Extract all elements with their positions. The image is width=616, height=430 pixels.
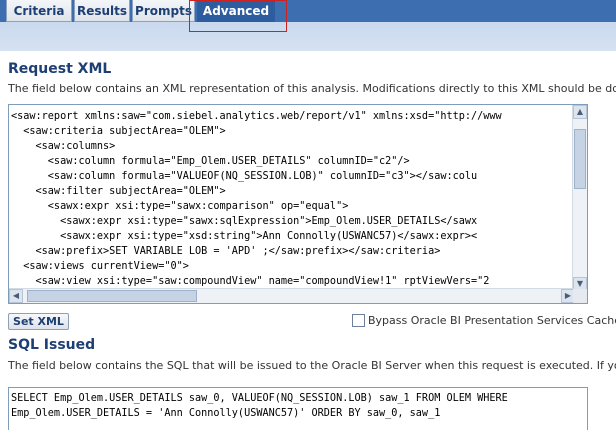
- scroll-left-icon[interactable]: ◀: [9, 289, 23, 303]
- xml-line: <saw:criteria subjectArea="OLEM">: [11, 126, 226, 137]
- xml-line: <sawx:expr xsi:type="sawx:comparison" op…: [11, 201, 349, 212]
- scroll-up-icon[interactable]: ▲: [573, 105, 587, 119]
- sql-issued-textarea[interactable]: SELECT Emp_Olem.USER_DETAILS saw_0, VALU…: [8, 387, 588, 430]
- xml-line: <saw:views currentView="0">: [11, 261, 189, 272]
- bypass-cache-checkbox[interactable]: [352, 314, 365, 327]
- tab-criteria[interactable]: Criteria: [6, 0, 72, 22]
- sql-line: SELECT Emp_Olem.USER_DETAILS saw_0, VALU…: [11, 393, 508, 404]
- xml-line: <saw:columns>: [11, 141, 116, 152]
- tab-advanced[interactable]: Advanced: [197, 0, 275, 22]
- sql-line: Emp_Olem.USER_DETAILS = 'Ann Connolly(US…: [11, 408, 441, 419]
- xml-line: <saw:column formula="VALUEOF(NQ_SESSION.…: [11, 171, 478, 182]
- vertical-scroll-thumb[interactable]: [574, 129, 586, 189]
- scroll-corner: [573, 289, 587, 303]
- request-xml-textarea[interactable]: <saw:report xmlns:saw="com.siebel.analyt…: [8, 104, 588, 304]
- xml-line: <sawx:expr xsi:type="xsd:string">Ann Con…: [11, 231, 478, 242]
- sql-issued-title: SQL Issued: [8, 337, 96, 353]
- xml-line: <saw:prefix>SET VARIABLE LOB = 'APD' ;</…: [11, 246, 441, 257]
- xml-text[interactable]: <saw:report xmlns:saw="com.siebel.analyt…: [9, 105, 575, 295]
- vertical-scrollbar[interactable]: ▲ ▼: [572, 105, 587, 291]
- xml-line: <saw:view xsi:type="saw:compoundView" na…: [11, 276, 490, 287]
- request-xml-title: Request XML: [8, 61, 112, 77]
- bypass-cache-label: Bypass Oracle BI Presentation Services C…: [368, 314, 616, 327]
- tab-bar: Criteria Results Prompts Advanced: [0, 0, 616, 51]
- request-xml-description: The field below contains an XML represen…: [8, 82, 616, 95]
- xml-line: <saw:report xmlns:saw="com.siebel.analyt…: [11, 111, 502, 122]
- xml-line: <saw:column formula="Emp_Olem.USER_DETAI…: [11, 156, 410, 167]
- tab-prompts[interactable]: Prompts: [132, 0, 195, 22]
- tab-results[interactable]: Results: [74, 0, 130, 22]
- sql-issued-description: The field below contains the SQL that wi…: [8, 359, 616, 372]
- set-xml-button[interactable]: Set XML: [8, 313, 69, 330]
- xml-line: <saw:filter subjectArea="OLEM">: [11, 186, 226, 197]
- horizontal-scroll-thumb[interactable]: [27, 290, 197, 302]
- horizontal-scrollbar[interactable]: ◀ ▶: [9, 288, 575, 303]
- xml-line: <sawx:expr xsi:type="sawx:sqlExpression"…: [11, 216, 478, 227]
